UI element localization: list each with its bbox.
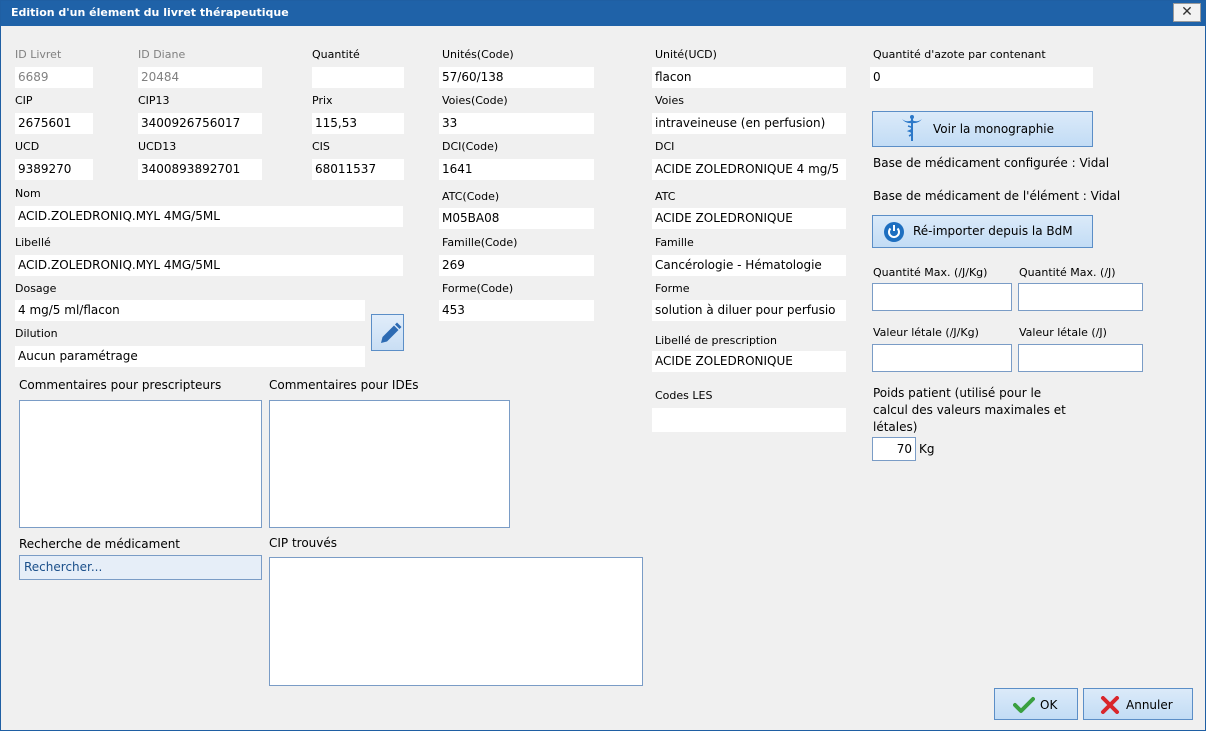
unite-ucd-value: flacon bbox=[652, 67, 846, 88]
comment-ides-textarea[interactable] bbox=[269, 400, 510, 528]
cis-label: CIS bbox=[312, 140, 330, 153]
dialog-window: Edition d'un élement du livret thérapeut… bbox=[0, 0, 1206, 731]
comment-prescripteurs-label: Commentaires pour prescripteurs bbox=[19, 378, 222, 392]
qmax-j-input[interactable] bbox=[1018, 283, 1143, 311]
ucd13-label: UCD13 bbox=[138, 140, 177, 153]
cip-value: 2675601 bbox=[15, 113, 93, 134]
forme-value: solution à diluer pour perfusio bbox=[652, 300, 846, 321]
forme-label: Forme bbox=[655, 282, 690, 295]
dosage-label: Dosage bbox=[15, 282, 57, 295]
qmax-j-label: Quantité Max. (/J) bbox=[1019, 266, 1116, 279]
base-configuree-text: Base de médicament configurée : Vidal bbox=[873, 156, 1110, 170]
id-diane-label: ID Diane bbox=[138, 48, 186, 61]
cancel-x-icon bbox=[1101, 696, 1119, 714]
atc-code-label: ATC(Code) bbox=[442, 190, 500, 203]
ucd13-value: 3400893892701 bbox=[138, 159, 262, 180]
dci-code-label: DCI(Code) bbox=[442, 140, 499, 153]
quantite-value bbox=[312, 67, 404, 88]
voies-value: intraveineuse (en perfusion) bbox=[652, 113, 846, 134]
title-bar: Edition d'un élement du livret thérapeut… bbox=[1, 1, 1205, 26]
qte-azote-label: Quantité d'azote par contenant bbox=[873, 48, 1046, 61]
prix-value: 115,53 bbox=[312, 113, 404, 134]
reimport-button[interactable]: Ré-importer depuis la BdM bbox=[872, 215, 1093, 248]
dilution-value: Aucun paramétrage bbox=[15, 346, 365, 367]
caduceus-icon bbox=[902, 115, 922, 141]
quantite-label: Quantité bbox=[312, 48, 360, 61]
comment-ides-label: Commentaires pour IDEs bbox=[269, 378, 419, 392]
unite-ucd-label: Unité(UCD) bbox=[655, 48, 717, 61]
cip-label: CIP bbox=[15, 94, 33, 107]
pencil-icon bbox=[381, 322, 402, 343]
refresh-icon bbox=[884, 222, 904, 242]
vletale-jkg-input[interactable] bbox=[872, 344, 1012, 372]
window-title: Edition d'un élement du livret thérapeut… bbox=[11, 6, 289, 19]
vletale-j-input[interactable] bbox=[1018, 344, 1143, 372]
libelle-prescription-label: Libellé de prescription bbox=[655, 334, 777, 347]
cip13-value: 3400926756017 bbox=[138, 113, 262, 134]
cip-trouves-list[interactable] bbox=[269, 557, 643, 686]
unites-code-label: Unités(Code) bbox=[442, 48, 514, 61]
dosage-value: 4 mg/5 ml/flacon bbox=[15, 300, 365, 321]
forme-code-value: 453 bbox=[439, 300, 594, 321]
famille-code-label: Famille(Code) bbox=[442, 236, 518, 249]
ok-button[interactable]: OK bbox=[994, 688, 1078, 720]
poids-input[interactable]: 70 bbox=[872, 437, 916, 461]
id-livret-value: 6689 bbox=[15, 67, 93, 88]
search-label: Recherche de médicament bbox=[19, 537, 181, 551]
dialog-body: ID Livret 6689 ID Diane 20484 Quantité U… bbox=[7, 26, 1199, 728]
voies-code-label: Voies(Code) bbox=[442, 94, 508, 107]
voir-monographie-button[interactable]: Voir la monographie bbox=[872, 111, 1093, 147]
atc-value: ACIDE ZOLEDRONIQUE bbox=[652, 208, 846, 229]
libelle-value: ACID.ZOLEDRONIQ.MYL 4MG/5ML bbox=[15, 255, 403, 276]
dci-value: ACIDE ZOLEDRONIQUE 4 mg/5 bbox=[652, 159, 846, 180]
atc-code-value: M05BA08 bbox=[439, 208, 594, 229]
famille-label: Famille bbox=[655, 236, 694, 249]
codes-les-label: Codes LES bbox=[655, 389, 713, 402]
search-input[interactable]: Rechercher... bbox=[19, 555, 262, 580]
cip13-label: CIP13 bbox=[138, 94, 170, 107]
nom-label: Nom bbox=[15, 187, 41, 200]
dci-code-value: 1641 bbox=[439, 159, 594, 180]
cancel-button[interactable]: Annuler bbox=[1083, 688, 1193, 720]
checkmark-icon bbox=[1013, 697, 1035, 713]
ucd-value: 9389270 bbox=[15, 159, 93, 180]
codes-les-value bbox=[652, 408, 846, 432]
atc-label: ATC bbox=[655, 190, 676, 203]
unites-code-value: 57/60/138 bbox=[439, 67, 594, 88]
forme-code-label: Forme(Code) bbox=[442, 282, 514, 295]
famille-value: Cancérologie - Hématologie bbox=[652, 255, 846, 276]
close-icon[interactable]: ✕ bbox=[1181, 4, 1193, 20]
poids-label-line3: létales) bbox=[873, 420, 918, 434]
close-button[interactable]: ✕ bbox=[1173, 3, 1201, 22]
famille-code-value: 269 bbox=[439, 255, 594, 276]
reimport-label: Ré-importer depuis la BdM bbox=[913, 224, 1073, 238]
vletale-j-label: Valeur létale (/J) bbox=[1019, 326, 1107, 339]
ok-label: OK bbox=[1040, 698, 1058, 712]
prix-label: Prix bbox=[312, 94, 333, 107]
vletale-jkg-label: Valeur létale (/J/Kg) bbox=[873, 326, 979, 339]
cis-value: 68011537 bbox=[312, 159, 404, 180]
id-livret-label: ID Livret bbox=[15, 48, 62, 61]
libelle-label: Libellé bbox=[15, 236, 51, 249]
voies-code-value: 33 bbox=[439, 113, 594, 134]
voir-monographie-label: Voir la monographie bbox=[933, 122, 1055, 136]
voies-label: Voies bbox=[655, 94, 684, 107]
id-diane-value: 20484 bbox=[138, 67, 262, 88]
cip-trouves-label: CIP trouvés bbox=[269, 536, 338, 550]
dilution-label: Dilution bbox=[15, 327, 58, 340]
poids-unit: Kg bbox=[919, 442, 935, 456]
edit-dilution-button[interactable] bbox=[371, 314, 404, 351]
nom-value: ACID.ZOLEDRONIQ.MYL 4MG/5ML bbox=[15, 206, 403, 227]
dci-label: DCI bbox=[655, 140, 675, 153]
base-element-text: Base de médicament de l'élément : Vidal bbox=[873, 189, 1121, 203]
qmax-jkg-input[interactable] bbox=[872, 283, 1012, 311]
poids-label-line2: calcul des valeurs maximales et bbox=[873, 403, 1066, 417]
qte-azote-value: 0 bbox=[870, 67, 1093, 88]
comment-prescripteurs-textarea[interactable] bbox=[19, 400, 262, 528]
qmax-jkg-label: Quantité Max. (/J/Kg) bbox=[873, 266, 988, 279]
libelle-prescription-value: ACIDE ZOLEDRONIQUE bbox=[652, 351, 846, 372]
poids-label-line1: Poids patient (utilisé pour le bbox=[873, 386, 1042, 400]
ucd-label: UCD bbox=[15, 140, 40, 153]
cancel-label: Annuler bbox=[1126, 698, 1173, 712]
